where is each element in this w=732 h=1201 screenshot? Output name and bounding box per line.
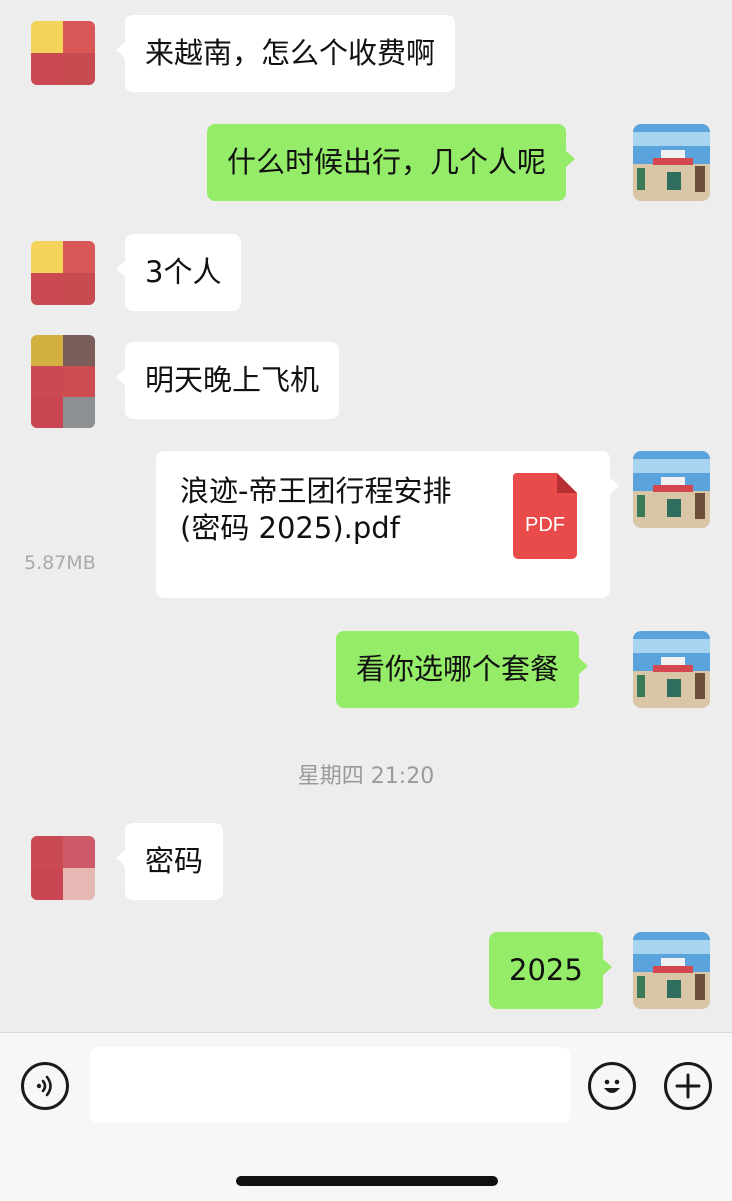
plus-icon	[675, 1073, 701, 1099]
home-indicator	[236, 1176, 498, 1186]
contact-avatar[interactable]	[31, 335, 95, 428]
message-text: 明天晚上飞机	[145, 363, 320, 397]
contact-avatar[interactable]	[31, 836, 95, 900]
voice-icon	[36, 1075, 52, 1097]
beach-photo-avatar	[633, 451, 710, 528]
message-bubble-outgoing[interactable]: 2025	[489, 932, 612, 1009]
more-button[interactable]	[664, 1062, 712, 1110]
message-text: 密码	[145, 844, 204, 878]
message-bubble-outgoing[interactable]: 什么时候出行，几个人呢	[207, 124, 576, 201]
beach-photo-avatar	[633, 631, 710, 708]
message-text: 什么时候出行，几个人呢	[227, 145, 547, 179]
chat-message-area[interactable]: 来越南，怎么个收费啊 什么时候出行，几个人呢 3个人 明天晚上飞机 浪迹-帝王团…	[0, 0, 732, 1032]
emoji-button[interactable]	[588, 1062, 636, 1110]
pdf-file-icon: PDF	[513, 473, 577, 559]
emoji-icon	[604, 1079, 620, 1093]
message-bubble-incoming[interactable]: 明天晚上飞机	[115, 342, 340, 419]
message-bubble-incoming[interactable]: 3个人	[115, 234, 242, 311]
contact-avatar[interactable]	[31, 241, 95, 305]
beach-photo-avatar	[633, 932, 710, 1009]
message-text: 2025	[509, 953, 583, 987]
file-message-card[interactable]: 浪迹-帝王团行程安排 (密码 2025).pdf PDF	[156, 451, 619, 598]
my-avatar[interactable]	[633, 124, 710, 201]
message-bubble-incoming[interactable]: 来越南，怎么个收费啊	[115, 15, 456, 92]
contact-avatar[interactable]	[31, 21, 95, 85]
my-avatar[interactable]	[633, 631, 710, 708]
message-text: 来越南，怎么个收费啊	[145, 36, 436, 70]
message-input[interactable]	[90, 1047, 570, 1123]
file-size: 5.87MB	[24, 552, 96, 574]
pdf-icon-label: PDF	[525, 514, 565, 536]
message-text: 3个人	[145, 255, 222, 289]
message-bubble-outgoing[interactable]: 看你选哪个套餐	[336, 631, 589, 708]
chat-timestamp: 星期四 21:20	[297, 764, 435, 789]
my-avatar[interactable]	[633, 932, 710, 1009]
message-bubble-incoming[interactable]: 密码	[115, 823, 224, 900]
message-text: 看你选哪个套餐	[356, 652, 560, 686]
beach-photo-avatar	[633, 124, 710, 201]
my-avatar[interactable]	[633, 451, 710, 528]
file-name: 浪迹-帝王团行程安排 (密码 2025).pdf	[180, 474, 452, 545]
voice-input-button[interactable]	[21, 1062, 69, 1110]
